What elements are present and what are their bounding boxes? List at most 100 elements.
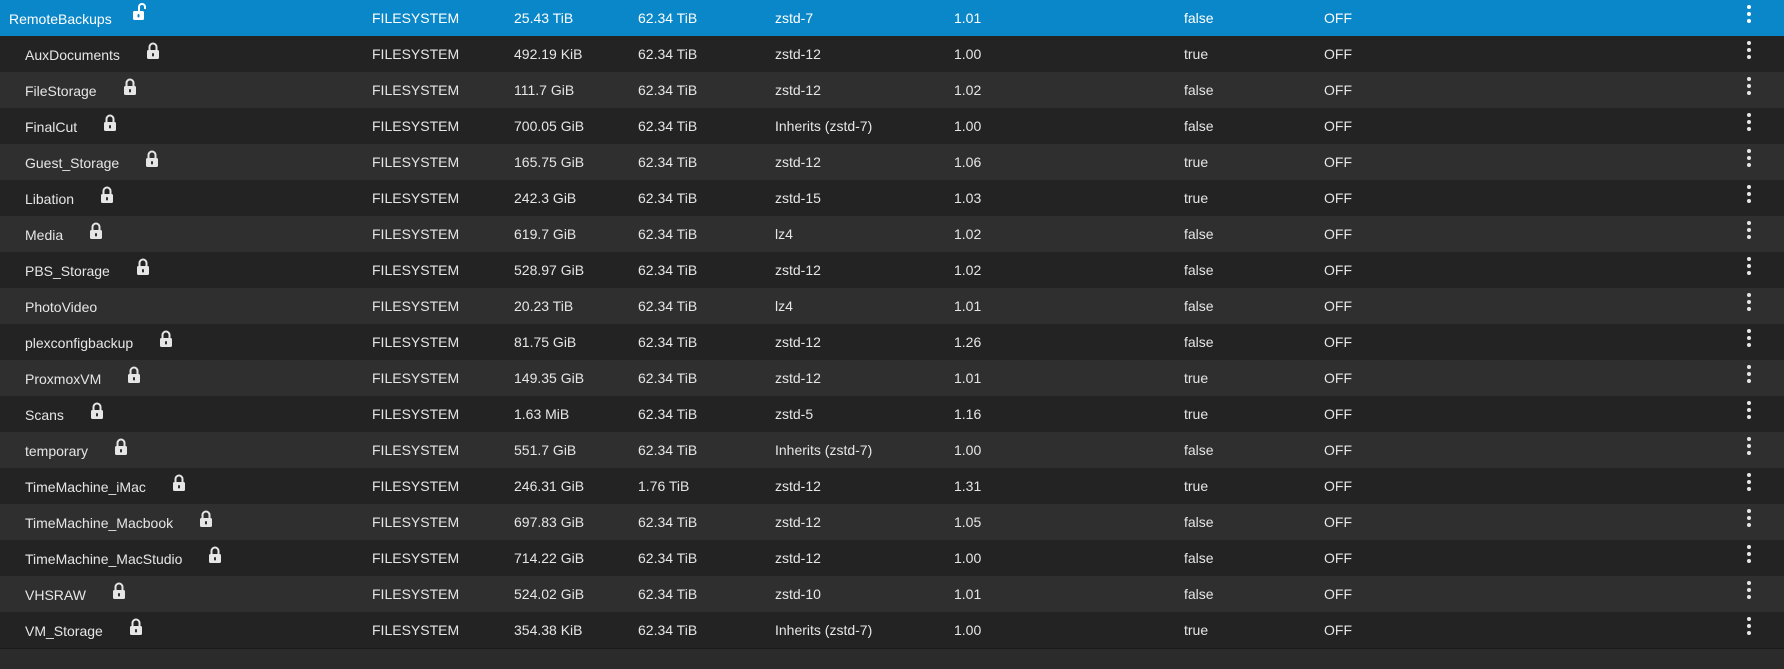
more-vert-icon[interactable] [1738, 507, 1760, 535]
more-vert-icon[interactable] [1738, 399, 1760, 427]
lock-closed-icon[interactable] [136, 258, 150, 276]
compression-cell: zstd-5 [775, 406, 814, 422]
lock-closed-icon[interactable] [114, 438, 128, 456]
menu-dot [1747, 19, 1751, 23]
dataset-row[interactable]: temporary FILESYSTEM 551.7 GiB 62.34 TiB Inh… [0, 432, 1784, 468]
menu-dot [1747, 113, 1751, 117]
lock-closed-icon[interactable] [103, 114, 117, 132]
more-vert-icon[interactable] [1738, 183, 1760, 211]
dataset-row[interactable]: TimeMachine_MacStudio FILESYSTEM 714.22 Gi… [0, 540, 1784, 576]
more-vert-icon[interactable] [1738, 363, 1760, 391]
dataset-name-cell[interactable]: PBS_Storage [0, 252, 385, 288]
menu-dot [1747, 624, 1751, 628]
more-vert-icon[interactable] [1738, 615, 1760, 643]
more-vert-icon[interactable] [1738, 75, 1760, 103]
dataset-row[interactable]: PBS_Storage FILESYSTEM 528.97 GiB 62.34 TiB… [0, 252, 1784, 288]
more-vert-icon[interactable] [1738, 543, 1760, 571]
lock-closed-icon[interactable] [159, 330, 173, 348]
available-cell: 62.34 TiB [638, 622, 698, 638]
dataset-row[interactable]: TimeMachine_iMac FILESYSTEM 246.31 GiB 1.76… [0, 468, 1784, 504]
menu-dot [1747, 307, 1751, 311]
dataset-name-cell[interactable]: ProxmoxVM [0, 360, 385, 396]
menu-dot [1747, 192, 1751, 196]
dataset-row[interactable]: ProxmoxVM FILESYSTEM 149.35 GiB 62.34 TiB zs… [0, 360, 1784, 396]
dataset-row[interactable]: TimeMachine_Macbook FILESYSTEM 697.83 GiB 6… [0, 504, 1784, 540]
more-vert-icon[interactable] [1738, 219, 1760, 247]
menu-dot [1747, 545, 1751, 549]
dataset-name-cell[interactable]: AuxDocuments [0, 36, 385, 72]
dataset-row[interactable]: AuxDocuments FILESYSTEM 492.19 KiB 62.34 Ti… [0, 36, 1784, 72]
more-vert-icon[interactable] [1738, 147, 1760, 175]
dataset-row[interactable]: VM_Storage FILESYSTEM 354.38 KiB 62.34 TiB I… [0, 612, 1784, 648]
more-vert-icon[interactable] [1738, 291, 1760, 319]
dataset-row[interactable]: RemoteBackups FILESYSTEM 25.43 TiB 62.34 Ti… [0, 0, 1784, 36]
dataset-name-cell[interactable]: Scans [0, 396, 385, 432]
dataset-name-cell[interactable]: Guest_Storage [0, 144, 385, 180]
compression-cell: zstd-12 [775, 478, 821, 494]
used-cell: 246.31 GiB [514, 478, 585, 494]
compression-ratio-cell: 1.01 [954, 10, 982, 26]
menu-dot [1747, 257, 1751, 261]
lock-closed-icon[interactable] [208, 546, 222, 564]
lock-closed-icon[interactable] [90, 402, 104, 420]
type-cell: FILESYSTEM [372, 334, 460, 350]
lock-closed-icon[interactable] [145, 150, 159, 168]
compression-cell: Inherits (zstd-7) [775, 442, 873, 458]
more-vert-icon[interactable] [1738, 39, 1760, 67]
more-vert-icon[interactable] [1738, 255, 1760, 283]
dataset-row[interactable]: Media FILESYSTEM 619.7 GiB 62.34 TiB lz4 1.02… [0, 216, 1784, 252]
lock-closed-icon[interactable] [146, 42, 160, 60]
menu-dot [1747, 329, 1751, 333]
dataset-name-cell[interactable]: temporary [0, 432, 385, 468]
more-vert-icon[interactable] [1738, 471, 1760, 499]
dataset-name-cell[interactable]: TimeMachine_iMac [0, 468, 385, 504]
lock-closed-icon[interactable] [172, 474, 186, 492]
dataset-name-cell[interactable]: VM_Storage [0, 612, 385, 648]
dataset-name-cell[interactable]: FinalCut [0, 108, 385, 144]
dataset-row[interactable]: Guest_Storage FILESYSTEM 165.75 GiB 62.34 T… [0, 144, 1784, 180]
compression-ratio-cell: 1.00 [954, 442, 982, 458]
dataset-row[interactable]: VHSRAW FILESYSTEM 524.02 GiB 62.34 TiB zstd-… [0, 576, 1784, 612]
dataset-row[interactable]: FileStorage FILESYSTEM 111.7 GiB 62.34 TiB z… [0, 72, 1784, 108]
dataset-name-cell[interactable]: FileStorage [0, 72, 385, 108]
more-vert-icon[interactable] [1738, 3, 1760, 31]
type-cell: FILESYSTEM [372, 550, 460, 566]
dataset-name-cell[interactable]: Libation [0, 180, 385, 216]
more-vert-icon[interactable] [1738, 435, 1760, 463]
type-cell: FILESYSTEM [372, 46, 460, 62]
dataset-name: FinalCut [25, 119, 78, 135]
lock-closed-icon[interactable] [100, 186, 114, 204]
menu-dot [1747, 480, 1751, 484]
dataset-row[interactable]: Libation FILESYSTEM 242.3 GiB 62.34 TiB zstd… [0, 180, 1784, 216]
lock-closed-icon[interactable] [123, 78, 137, 96]
dataset-name-cell[interactable]: TimeMachine_Macbook [0, 504, 385, 540]
dataset-name-cell[interactable]: Media [0, 216, 385, 252]
lock-closed-icon[interactable] [127, 366, 141, 384]
readonly-cell: true [1184, 622, 1209, 638]
lock-closed-icon[interactable] [89, 222, 103, 240]
dataset-name-cell[interactable]: VHSRAW [0, 576, 385, 612]
more-vert-icon[interactable] [1738, 111, 1760, 139]
menu-dot [1747, 408, 1751, 412]
dataset-row[interactable]: PhotoVideo FILESYSTEM 20.23 TiB 62.34 TiB lz… [0, 288, 1784, 324]
compression-ratio-cell: 1.01 [954, 370, 982, 386]
dataset-name-cell[interactable]: TimeMachine_MacStudio [0, 540, 385, 576]
dataset-row[interactable]: Scans FILESYSTEM 1.63 MiB 62.34 TiB zstd-5 1.… [0, 396, 1784, 432]
dataset-name-cell[interactable]: RemoteBackups [0, 0, 369, 36]
lock-open-icon[interactable] [132, 3, 146, 21]
more-vert-icon[interactable] [1738, 579, 1760, 607]
dataset-name: TimeMachine_Macbook [25, 515, 174, 531]
dataset-row[interactable]: FinalCut FILESYSTEM 700.05 GiB 62.34 TiB Inh… [0, 108, 1784, 144]
dataset-name-cell[interactable]: PhotoVideo [0, 288, 385, 324]
available-cell: 62.34 TiB [638, 550, 698, 566]
menu-dot [1747, 581, 1751, 585]
readonly-cell: true [1184, 370, 1209, 386]
lock-closed-icon[interactable] [199, 510, 213, 528]
used-cell: 20.23 TiB [514, 298, 574, 314]
more-vert-icon[interactable] [1738, 327, 1760, 355]
lock-closed-icon[interactable] [112, 582, 126, 600]
lock-closed-icon[interactable] [129, 618, 143, 636]
dataset-name-cell[interactable]: plexconfigbackup [0, 324, 385, 360]
dataset-row[interactable]: plexconfigbackup FILESYSTEM 81.75 GiB 62.34… [0, 324, 1784, 360]
dedup-cell: OFF [1324, 334, 1352, 350]
